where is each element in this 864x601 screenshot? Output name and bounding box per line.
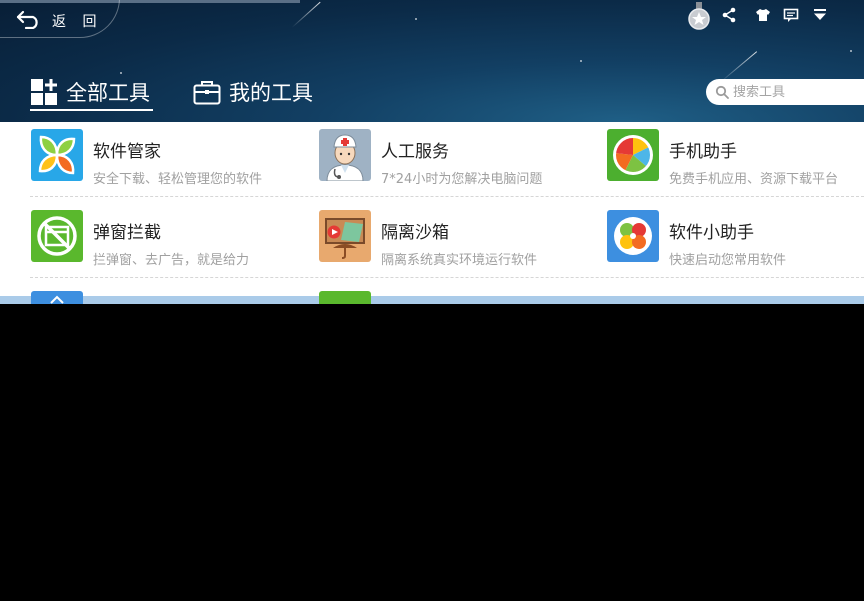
tool-desc: 7*24小时为您解决电脑问题: [381, 172, 543, 187]
tool-name: 人工服务: [381, 142, 449, 162]
header-banner: 返 回 全部工具 我的工具 搜索工具: [0, 0, 864, 122]
tool-name: 软件小助手: [669, 223, 754, 243]
tool-name: 手机助手: [669, 142, 737, 162]
tab-my-tools[interactable]: 我的工具: [193, 74, 313, 110]
tool-item-sandbox[interactable]: 隔离沙箱 隔离系统真实环境运行软件: [319, 210, 589, 270]
row-divider: [30, 277, 864, 278]
tab-all-tools[interactable]: 全部工具: [30, 74, 150, 110]
software-helper-icon: [607, 210, 659, 262]
software-manager-icon: [31, 129, 83, 181]
tool-desc: 免费手机应用、资源下载平台: [669, 172, 839, 187]
tool-desc: 快速启动您常用软件: [669, 253, 787, 268]
tool-name: 隔离沙箱: [381, 223, 449, 243]
tool-name: 弹窗拦截: [93, 223, 161, 243]
grid-icon: [31, 79, 57, 105]
back-arrow-icon[interactable]: [16, 9, 42, 29]
next-row-icon-peek: [319, 291, 371, 304]
tool-grid: 软件管家 安全下载、轻松管理您的软件 人工服务 7*24小时为您解决电脑问题 手…: [0, 122, 864, 304]
medal-icon[interactable]: [688, 2, 710, 30]
row-divider: [30, 196, 864, 197]
next-row-icon-peek: [31, 291, 83, 304]
tool-item-popup-block[interactable]: 弹窗拦截 拦弹窗、去广告，就是给力: [31, 210, 301, 270]
message-icon[interactable]: [782, 6, 800, 24]
dropdown-menu-icon[interactable]: [811, 6, 829, 24]
sandbox-icon: [319, 210, 371, 262]
doctor-icon: [319, 129, 371, 181]
decor-star: [850, 50, 852, 52]
popup-block-icon: [31, 210, 83, 262]
phone-assistant-icon: [607, 129, 659, 181]
tool-item-manual-service[interactable]: 人工服务 7*24小时为您解决电脑问题: [319, 129, 589, 189]
search-box[interactable]: [706, 79, 864, 105]
decor-star: [580, 60, 582, 62]
tab-all-tools-label: 全部工具: [66, 81, 150, 105]
tool-item-software-helper[interactable]: 软件小助手 快速启动您常用软件: [607, 210, 864, 270]
decor-streak: [291, 1, 321, 28]
tool-item-software-manager[interactable]: 软件管家 安全下载、轻松管理您的软件: [31, 129, 301, 189]
tool-desc: 安全下载、轻松管理您的软件: [93, 172, 263, 187]
search-input[interactable]: [733, 82, 863, 102]
tool-window: 返 回 全部工具 我的工具 搜索工具 软件管家 安全下载、轻松管理您的软件 人工…: [0, 0, 864, 304]
top-strip: [0, 0, 864, 4]
tool-desc: 隔离系统真实环境运行软件: [381, 253, 538, 268]
back-label[interactable]: 返 回: [52, 11, 102, 31]
decor-star: [415, 18, 417, 20]
tab-my-tools-label: 我的工具: [229, 81, 313, 105]
briefcase-icon: [193, 81, 221, 105]
tool-name: 软件管家: [93, 142, 161, 162]
bottom-overlay-bar: [0, 296, 864, 304]
selected-tab-indicator: [30, 109, 153, 111]
shirt-icon[interactable]: [754, 6, 772, 24]
share-icon[interactable]: [720, 6, 738, 24]
tool-desc: 拦弹窗、去广告，就是给力: [93, 253, 250, 268]
search-icon: [715, 85, 729, 99]
tool-item-phone-assistant[interactable]: 手机助手 免费手机应用、资源下载平台: [607, 129, 864, 189]
